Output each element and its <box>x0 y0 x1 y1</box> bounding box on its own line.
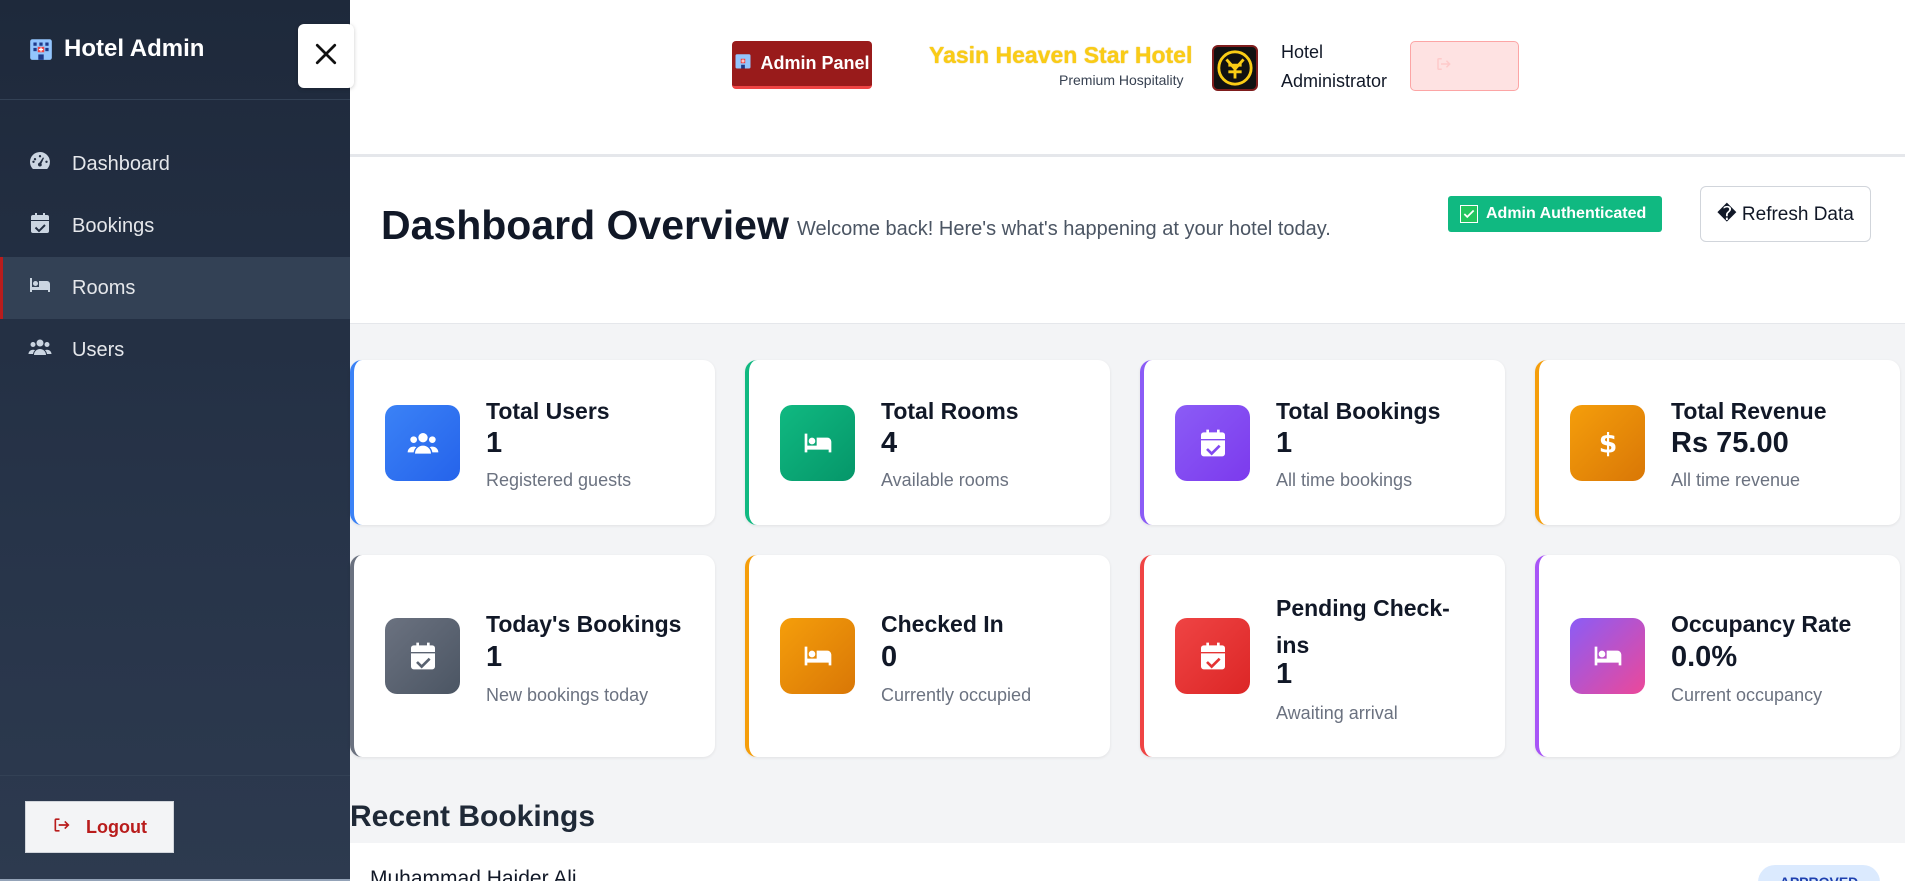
dashboard-overview-header: Dashboard Overview Welcome back! Here's … <box>350 157 1905 324</box>
bed-icon <box>28 273 52 303</box>
stat-description: All time revenue <box>1671 470 1801 490</box>
stat-description: Current occupancy <box>1671 685 1823 705</box>
sidebar-item-bookings[interactable]: Bookings <box>0 195 350 257</box>
page-title: Dashboard Overview <box>381 202 789 248</box>
auth-status-badge: Admin Authenticated <box>1448 196 1662 232</box>
stat-value: 1 <box>486 641 503 673</box>
svg-text:$: $ <box>1598 428 1617 459</box>
recent-bookings-title: Recent Bookings <box>350 800 596 833</box>
admin-panel-label: Admin Panel <box>760 53 870 73</box>
sidebar-nav: Dashboard Bookings Rooms Users <box>0 133 350 381</box>
calendar-check-icon <box>385 618 460 694</box>
stat-card-todays-bookings: Today's Bookings 1 New bookings today <box>350 555 715 757</box>
hotel-icon <box>28 36 54 62</box>
stat-label: Occupancy Rate <box>1671 611 1852 637</box>
hotel-logo <box>1212 45 1258 91</box>
stat-value: 4 <box>881 427 898 459</box>
top-header: Admin Panel Yasin Heaven Star Hotel Prem… <box>350 0 1905 157</box>
stat-card-pending-checkins: Pending Check-ins 1 Awaiting arrival <box>1140 555 1505 757</box>
stat-value: 1 <box>486 427 503 459</box>
stat-label: Total Rooms <box>881 398 1019 424</box>
stat-description: Currently occupied <box>881 685 1032 705</box>
header-logout-button[interactable] <box>1410 41 1519 91</box>
stat-label: Total Bookings <box>1276 398 1441 424</box>
sidebar-item-label: Users <box>72 338 125 361</box>
checkmark-icon <box>1460 205 1478 223</box>
stat-label: Pending Check-ins <box>1276 595 1450 658</box>
stat-value: 0 <box>881 641 898 673</box>
admin-panel-button[interactable]: Admin Panel <box>732 41 872 89</box>
bed-icon <box>1570 618 1645 694</box>
stat-card-occupancy-rate: Occupancy Rate 0.0% Current occupancy <box>1535 555 1900 757</box>
stat-value: 1 <box>1276 427 1293 459</box>
stat-description: All time bookings <box>1276 470 1413 490</box>
booking-status-badge: APPROVED <box>1758 865 1880 881</box>
stat-value: Rs 75.00 <box>1671 427 1789 459</box>
stat-description: Registered guests <box>486 470 632 490</box>
sidebar-item-label: Rooms <box>72 276 136 299</box>
calendar-check-icon <box>1175 405 1250 481</box>
booking-guest-name: Muhammad Haider Ali <box>370 867 577 881</box>
bed-icon <box>780 405 855 481</box>
sidebar-brand-label: Hotel Admin <box>64 34 205 62</box>
sidebar-item-label: Bookings <box>72 214 155 237</box>
users-icon <box>28 335 52 365</box>
hotel-tagline: Premium Hospitality <box>1059 72 1184 88</box>
stat-label: Total Revenue <box>1671 398 1827 424</box>
sign-out-icon <box>1435 55 1453 78</box>
stat-label: Checked In <box>881 611 1004 637</box>
hotel-icon <box>734 52 752 75</box>
stat-card-total-users: Total Users 1 Registered guests <box>350 360 715 525</box>
recent-bookings-list: Muhammad Haider Ali APPROVED <box>350 843 1905 881</box>
sidebar-item-dashboard[interactable]: Dashboard <box>0 133 350 195</box>
stat-description: Available rooms <box>881 470 1009 490</box>
stat-description: Awaiting arrival <box>1276 703 1398 723</box>
stat-description: New bookings today <box>486 685 649 705</box>
users-icon <box>385 405 460 481</box>
close-sidebar-button[interactable] <box>298 24 354 88</box>
stat-card-checked-in: Checked In 0 Currently occupied <box>745 555 1110 757</box>
stat-label: Total Users <box>486 398 610 424</box>
stat-card-total-rooms: Total Rooms 4 Available rooms <box>745 360 1110 525</box>
stat-card-total-bookings: Total Bookings 1 All time bookings <box>1140 360 1505 525</box>
hotel-name: Yasin Heaven Star Hotel <box>929 42 1193 68</box>
sidebar-footer: Logout <box>0 775 350 881</box>
sidebar: Hotel Admin Dashboard Bookings Rooms Use… <box>0 0 350 881</box>
dashboard-gauge-icon <box>28 149 52 179</box>
sidebar-item-rooms[interactable]: Rooms <box>0 257 350 319</box>
dollar-icon: $ <box>1570 405 1645 481</box>
stat-label: Today's Bookings <box>486 611 682 637</box>
stat-card-total-revenue: $ Total Revenue Rs 75.00 All time revenu… <box>1535 360 1900 525</box>
refresh-data-button[interactable]: � Refresh Data <box>1700 186 1871 242</box>
calendar-check-icon <box>1175 618 1250 694</box>
logout-label: Logout <box>86 816 147 837</box>
sidebar-item-label: Dashboard <box>72 152 170 175</box>
close-icon <box>311 39 341 74</box>
stat-value: 1 <box>1276 658 1293 690</box>
stat-value: 0.0% <box>1671 641 1738 673</box>
sign-out-icon <box>52 815 72 840</box>
user-role: Hotel Administrator <box>1281 38 1387 96</box>
auth-status-label: Admin Authenticated <box>1486 205 1647 222</box>
bed-icon <box>780 618 855 694</box>
sidebar-item-users[interactable]: Users <box>0 319 350 381</box>
sidebar-brand[interactable]: Hotel Admin <box>28 35 204 63</box>
logout-button[interactable]: Logout <box>25 801 174 853</box>
user-role-line1: Hotel <box>1281 42 1324 62</box>
user-role-line2: Administrator <box>1281 71 1388 91</box>
calendar-check-icon <box>28 211 52 241</box>
page-subtitle: Welcome back! Here's what's happening at… <box>797 218 1331 240</box>
